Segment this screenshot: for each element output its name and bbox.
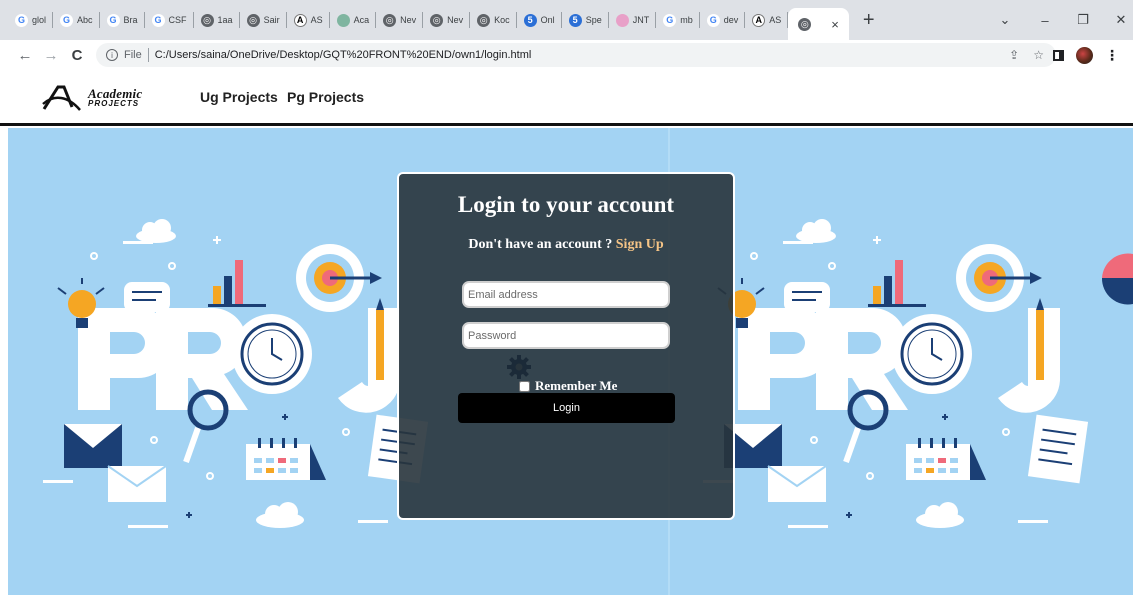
globe-icon: ◎ <box>477 13 491 27</box>
remember-me-checkbox[interactable] <box>519 380 530 392</box>
tab-label: AS <box>310 15 323 25</box>
tab-label: glol <box>32 15 47 25</box>
forward-button[interactable]: → <box>38 42 64 68</box>
tab-label: Nev <box>447 15 464 25</box>
google-icon: G <box>663 13 677 27</box>
tab-label: AS <box>769 15 782 25</box>
site-logo[interactable]: Academic PROJECTS <box>42 84 182 112</box>
tab-label: Abc <box>77 15 93 25</box>
tab-item[interactable]: ◎ Koc <box>470 0 517 40</box>
minimize-button[interactable]: – <box>1030 0 1060 40</box>
image-icon <box>336 13 350 27</box>
globe-icon: ◎ <box>246 13 260 27</box>
browser-tab-strip: Gglol G Abc G Bra G CSF ◎ 1aa ◎ Sair A AS Aca ◎ Nev ◎ Nev… <box>0 0 1133 40</box>
close-tab-icon[interactable]: × <box>831 17 839 32</box>
tab-item[interactable]: JNT <box>609 0 657 40</box>
globe-icon: ◎ <box>383 13 397 27</box>
profile-avatar[interactable] <box>1076 46 1093 64</box>
side-panel-icon[interactable] <box>1053 49 1064 61</box>
tab-label: Sair <box>263 15 280 25</box>
menu-kebab-icon[interactable]: ⋮ <box>1105 47 1119 64</box>
tab-search-icon[interactable]: ⌄ <box>990 0 1020 40</box>
signup-link[interactable]: Sign Up <box>616 237 664 252</box>
url-text[interactable]: C:/Users/saina/OneDrive/Desktop/GQT%20FR… <box>155 49 532 61</box>
tab-item[interactable]: A AS <box>287 0 330 40</box>
tab-label: Onl <box>540 15 555 25</box>
signup-prompt-text: Don't have an account ? <box>468 237 613 252</box>
tab-item[interactable]: G CSF <box>145 0 194 40</box>
password-input[interactable] <box>462 322 670 349</box>
login-button[interactable]: Login <box>458 393 675 423</box>
remember-me[interactable]: Remember Me <box>519 378 617 394</box>
restore-button[interactable]: ❐ <box>1068 0 1098 40</box>
tab-label: Aca <box>353 15 370 25</box>
address-bar[interactable]: i File C:/Users/saina/OneDrive/Desktop/G… <box>96 43 1056 67</box>
tab-label: Koc <box>494 15 510 25</box>
google-icon: G <box>60 13 74 27</box>
tab-item[interactable]: Gdev <box>700 0 746 40</box>
google-icon: G <box>106 13 120 27</box>
email-input[interactable] <box>462 281 670 308</box>
tab-label: JNT <box>632 15 650 25</box>
tab-label: Bra <box>123 15 138 25</box>
bookmark-star-icon[interactable]: ☆ <box>1033 48 1044 62</box>
tab-item[interactable]: Aca <box>330 0 377 40</box>
login-card: Login to your account Don't have an acco… <box>397 172 735 520</box>
google-icon: G <box>706 13 720 27</box>
tab-item[interactable]: ◎ Nev <box>423 0 471 40</box>
tab-item[interactable]: ◎ 1aa <box>194 0 240 40</box>
tab-label: dev <box>723 15 739 25</box>
tab-item[interactable]: Gglol <box>8 0 54 40</box>
tab-label: Nev <box>400 15 417 25</box>
site-a-icon: A <box>293 13 307 27</box>
url-divider <box>147 48 149 62</box>
signup-prompt: Don't have an account ? Sign Up <box>399 237 733 253</box>
globe-icon: ◎ <box>200 13 214 27</box>
tab-list: Gglol G Abc G Bra G CSF ◎ 1aa ◎ Sair A AS Aca ◎ Nev ◎ Nev… <box>8 0 789 40</box>
blue-square-icon: 5 <box>523 13 537 27</box>
tab-item[interactable]: A AS <box>745 0 789 40</box>
tab-label: CSF <box>168 15 187 25</box>
site-info-icon[interactable]: i <box>106 49 118 61</box>
google-icon: G <box>15 13 28 27</box>
tab-item[interactable]: 5 Spe <box>562 0 609 40</box>
login-title: Login to your account <box>457 192 675 217</box>
nav-link-pg-projects[interactable]: Pg Projects <box>287 89 364 105</box>
gear-icon <box>507 355 531 379</box>
tab-label: mb <box>680 15 693 25</box>
omnibox-actions: ⇪ ☆ <box>1009 43 1044 67</box>
site-navbar: Academic PROJECTS Ug Projects Pg Project… <box>0 70 1133 126</box>
remember-me-label: Remember Me <box>535 378 618 393</box>
tab-item[interactable]: G Bra <box>100 0 145 40</box>
close-window-button[interactable]: ✕ <box>1106 0 1133 40</box>
toolbar-right: ⋮ <box>1053 40 1133 70</box>
globe-icon: ◎ <box>798 17 812 31</box>
reload-button[interactable]: C <box>64 42 90 68</box>
globe-icon: ◎ <box>430 13 444 27</box>
google-icon: G <box>151 13 165 27</box>
browser-toolbar: ← → C i File C:/Users/saina/OneDrive/Des… <box>0 40 1133 70</box>
nav-link-ug-projects[interactable]: Ug Projects <box>200 89 278 105</box>
url-scheme: File <box>124 49 142 61</box>
blue-square-icon: 5 <box>568 13 582 27</box>
tab-item[interactable]: Gmb <box>656 0 700 40</box>
back-button[interactable]: ← <box>12 42 38 68</box>
tab-active[interactable]: ◎ × <box>788 8 849 40</box>
tab-item[interactable]: ◎ Nev <box>376 0 424 40</box>
tab-item[interactable]: 5 Onl <box>517 0 562 40</box>
logo-line-2: PROJECTS <box>88 99 140 108</box>
logo-a-icon <box>42 85 81 111</box>
tab-label: Spe <box>585 15 602 25</box>
tab-item[interactable]: ◎ Sair <box>240 0 287 40</box>
tab-label: 1aa <box>217 15 233 25</box>
site-a-icon: A <box>752 13 766 27</box>
new-tab-button[interactable]: + <box>863 9 875 32</box>
share-icon[interactable]: ⇪ <box>1009 48 1019 62</box>
tab-item[interactable]: G Abc <box>53 0 100 40</box>
pink-logo-icon <box>615 13 629 27</box>
